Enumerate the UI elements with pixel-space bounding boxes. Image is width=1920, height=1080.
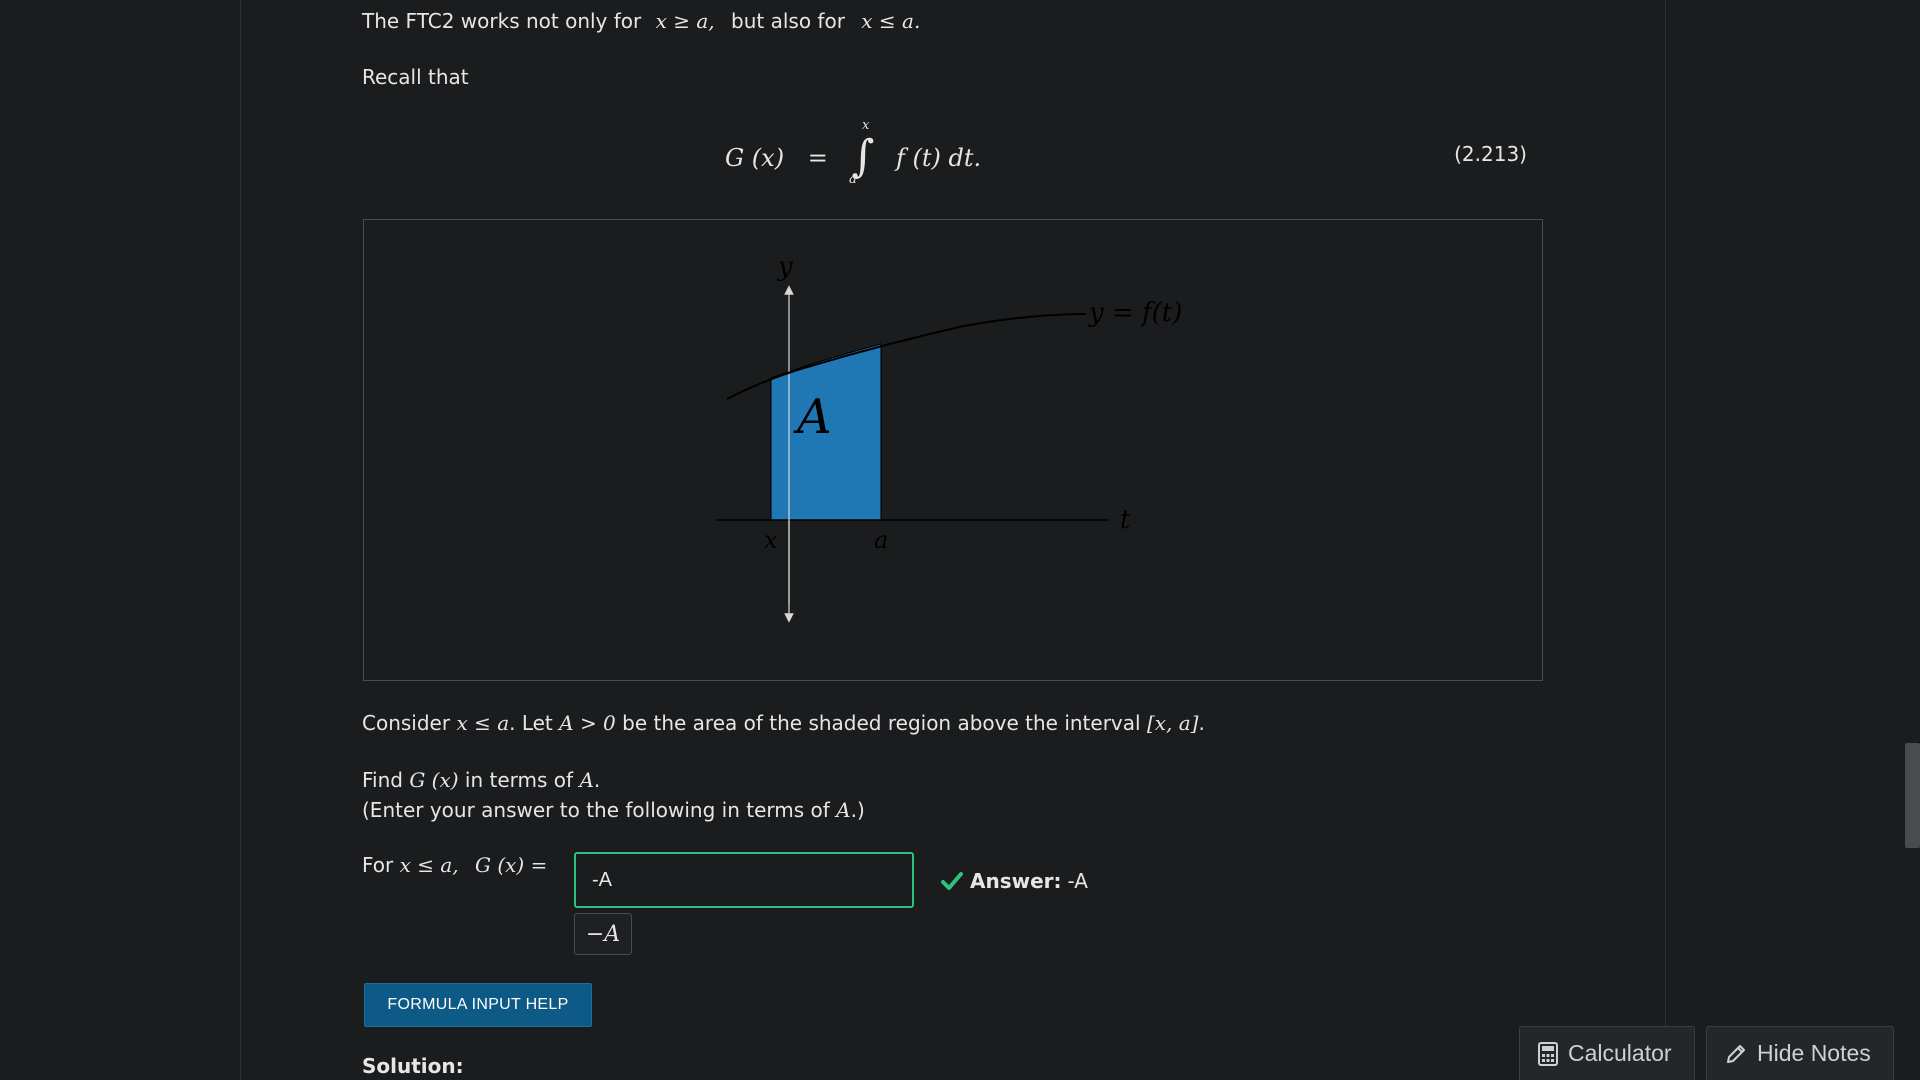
prompt-m1: x ≤ a, (399, 853, 459, 877)
area-graph: y t y = f(t) A x a (716, 252, 1182, 623)
hide-notes-label: Hide Notes (1757, 1040, 1871, 1066)
enter-t2: .) (850, 798, 865, 822)
hide-notes-button[interactable]: Hide Notes (1706, 1026, 1894, 1080)
condition-x-le-a: x ≤ a. (861, 9, 921, 33)
answer-label: Answer: (970, 869, 1062, 893)
consider-t1: Consider (362, 711, 451, 735)
pencil-icon (1727, 1044, 1745, 1063)
x-tick-label: x (764, 526, 778, 554)
recall-text: Recall that (362, 65, 469, 89)
find-m2: A (579, 768, 594, 792)
equation-integrand: f (t) dt. (896, 144, 982, 172)
equation-number: (2.213) (1454, 142, 1527, 166)
math-preview: −A (574, 913, 632, 955)
find-t1: Find (362, 768, 403, 792)
consider-m1: x ≤ a (456, 711, 510, 735)
intro-text: The FTC2 works not only for (362, 9, 642, 33)
calculator-button[interactable]: Calculator (1519, 1026, 1695, 1080)
consider-text: Consider x ≤ a. Let A > 0 be the area of… (362, 710, 1205, 736)
integral-upper-limit: x (862, 118, 870, 133)
answer-input[interactable] (574, 852, 914, 908)
answer-value: -A (1067, 869, 1088, 893)
consider-m2: A > 0 (559, 711, 616, 735)
area-figure: y t y = f(t) A x a (363, 219, 1543, 681)
answer-status: Answer: -A (940, 869, 1088, 893)
find-m1: G (x) (409, 768, 459, 792)
scrollbar-thumb[interactable] (1905, 743, 1920, 848)
formula-input-help-button[interactable]: FORMULA INPUT HELP (364, 983, 592, 1027)
find-t3: . (593, 768, 601, 792)
y-axis-label: y (777, 252, 793, 282)
equation-2-213: G (x) = ∫ f (t) dt. x a (2.213) (362, 112, 1527, 192)
condition-x-ge-a: x ≥ a, (655, 9, 715, 33)
calculator-icon (1538, 1041, 1558, 1066)
integral-lower-limit: a (849, 172, 857, 187)
consider-t4: . (1198, 711, 1205, 735)
consider-t3: be the area of the shaded region above t… (622, 711, 1141, 735)
consider-t2: . Let (509, 711, 553, 735)
intro-middle-text: but also for (731, 9, 845, 33)
solution-heading: Solution: (362, 1054, 464, 1078)
checkmark-icon (941, 872, 963, 890)
find-text: Find G (x) in terms of A. (362, 767, 600, 793)
area-label: A (793, 389, 832, 445)
find-t2: in terms of (464, 768, 574, 792)
ftc-intro: The FTC2 works not only for x ≥ a, but a… (362, 8, 920, 34)
a-tick-label: a (874, 526, 888, 554)
answer-prompt: For x ≤ a, G (x) = (362, 852, 547, 878)
equation-equals: = (807, 144, 828, 172)
equation-lhs: G (x) (725, 144, 785, 172)
prompt-t1: For (362, 853, 394, 877)
t-axis-label: t (1120, 505, 1131, 535)
prompt-m2: G (x) = (475, 853, 548, 877)
enter-t1: (Enter your answer to the following in t… (362, 798, 830, 822)
consider-m3: [x, a] (1146, 711, 1199, 735)
curve-label: y = f(t) (1088, 298, 1182, 328)
calculator-label: Calculator (1568, 1040, 1672, 1066)
enter-instructions: (Enter your answer to the following in t… (362, 797, 865, 823)
enter-m1: A (836, 798, 851, 822)
